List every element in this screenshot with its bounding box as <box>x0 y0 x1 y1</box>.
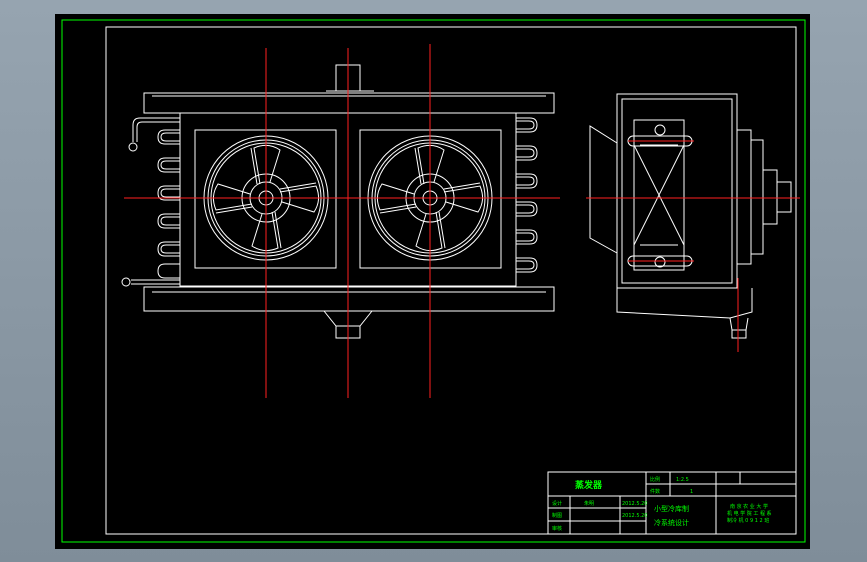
school-line2: 机 电 学 院 工 程 系 <box>727 510 772 517</box>
designer-date: 2012.5.20 <box>622 501 647 507</box>
scale-label: 比例 <box>650 476 660 483</box>
quantity-label: 件数 <box>650 488 660 495</box>
scale-value: 1:2.5 <box>676 477 689 483</box>
checker-label: 审核 <box>552 525 562 532</box>
school-line3: 制冷 机 0 9 1 2 班 <box>727 517 769 524</box>
drafter-label: 制图 <box>552 512 562 519</box>
designer-label: 设计 <box>552 500 562 507</box>
drafter-date: 2012.5.20 <box>622 513 647 519</box>
school-line1: 南 京 农 业 大 学 <box>730 503 768 510</box>
drawing-sheet: 蒸发器 比例 1:2.5 件数 1 设计 朱明 2012.5.20 制图 201… <box>55 14 810 549</box>
designer-name: 朱明 <box>584 500 594 507</box>
quantity-value: 1 <box>690 489 693 495</box>
project-title-line2: 冷系统设计 <box>654 518 689 527</box>
project-title-line1: 小型冷库制 <box>654 504 689 513</box>
cad-viewport[interactable]: 蒸发器 比例 1:2.5 件数 1 设计 朱明 2012.5.20 制图 201… <box>0 0 867 562</box>
part-name: 蒸发器 <box>575 479 603 491</box>
